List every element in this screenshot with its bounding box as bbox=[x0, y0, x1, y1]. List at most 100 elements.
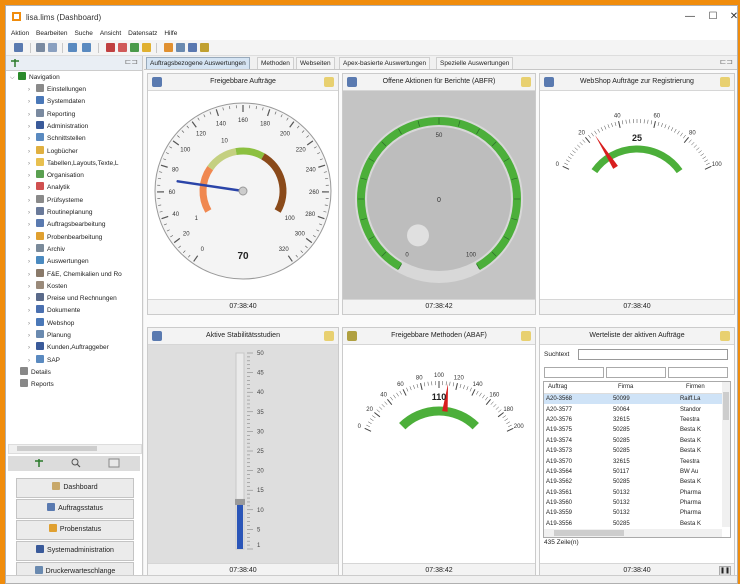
table-row[interactable]: A19-3575 50285 Besta K bbox=[544, 425, 724, 435]
table-horizontal-scrollbar[interactable] bbox=[544, 529, 722, 537]
window-icon[interactable] bbox=[82, 43, 91, 52]
table-row[interactable]: A19-3570 32615 Teestra bbox=[544, 456, 724, 466]
tree-item[interactable]: › Dokumente bbox=[28, 305, 80, 317]
chevron-right-icon[interactable]: › bbox=[28, 232, 36, 244]
tab-apex-basierte-auswertungen[interactable]: Apex-basierte Auswertungen bbox=[339, 57, 431, 69]
table-row[interactable]: A19-3556 50285 Besta K bbox=[544, 519, 724, 529]
print-icon[interactable] bbox=[36, 43, 45, 52]
tree-item[interactable]: › Archiv bbox=[28, 243, 65, 256]
table-row[interactable]: A20-3577 50064 Standor bbox=[544, 404, 724, 414]
tree-item[interactable]: › Schnittstellen bbox=[28, 133, 86, 145]
tree-item[interactable]: › Organisation bbox=[28, 170, 84, 182]
tree-item[interactable]: › Kunden,Auftraggeber bbox=[28, 342, 109, 354]
search-input[interactable] bbox=[578, 349, 728, 360]
systemadministration-button[interactable]: Systemadministration bbox=[16, 541, 134, 561]
chevron-right-icon[interactable]: › bbox=[28, 219, 36, 231]
tree-item[interactable]: › Probenbearbeitung bbox=[28, 231, 102, 244]
chevron-right-icon[interactable]: › bbox=[28, 269, 36, 281]
menu-bearbeiten[interactable]: Bearbeiten bbox=[36, 28, 67, 40]
chevron-right-icon[interactable]: › bbox=[28, 244, 36, 256]
chevron-right-icon[interactable]: › bbox=[28, 305, 36, 317]
search-view-icon[interactable] bbox=[71, 458, 81, 468]
tree-node-navigation[interactable]: ⌵ Navigation bbox=[10, 72, 60, 84]
filter-firmenname-input[interactable] bbox=[668, 367, 728, 378]
tree-item[interactable]: › Administration bbox=[28, 120, 88, 133]
table-row[interactable]: A19-3564 50117 BW Au bbox=[544, 467, 724, 477]
tree-item[interactable]: › Prüfsysteme bbox=[28, 194, 83, 207]
chevron-down-icon[interactable]: ⌵ bbox=[10, 72, 18, 84]
key-icon[interactable] bbox=[142, 43, 151, 52]
table-row[interactable]: A19-3560 50132 Pharma bbox=[544, 498, 724, 508]
table-icon[interactable] bbox=[118, 43, 127, 52]
chevron-right-icon[interactable]: › bbox=[28, 133, 36, 145]
chevron-right-icon[interactable]: › bbox=[28, 121, 36, 133]
filter-firma-input[interactable] bbox=[606, 367, 666, 378]
users-icon[interactable] bbox=[176, 43, 185, 52]
chevron-right-icon[interactable]: › bbox=[28, 195, 36, 207]
tab-methoden[interactable]: Methoden bbox=[257, 57, 294, 69]
dashboard-button[interactable]: Dashboard bbox=[16, 478, 134, 498]
tab-spezielle-auswertungen[interactable]: Spezielle Auswertungen bbox=[436, 57, 514, 69]
refresh-icon[interactable] bbox=[521, 331, 531, 341]
tree-item[interactable]: › Systemdaten bbox=[28, 96, 85, 108]
chevron-right-icon[interactable]: › bbox=[28, 109, 36, 121]
refresh-icon[interactable] bbox=[324, 331, 334, 341]
tree-item[interactable]: › Reporting bbox=[28, 108, 75, 121]
tabbar-collapse-icon[interactable]: ⊏⊐ bbox=[720, 57, 733, 66]
table-row[interactable]: A19-3574 50285 Besta K bbox=[544, 436, 724, 446]
reports-view-icon[interactable] bbox=[108, 458, 120, 468]
chevron-right-icon[interactable]: › bbox=[28, 182, 36, 194]
tree-item[interactable]: › Planung bbox=[28, 330, 71, 342]
chevron-right-icon[interactable]: › bbox=[28, 207, 36, 219]
refresh-icon[interactable] bbox=[324, 77, 334, 87]
wrench-icon[interactable] bbox=[164, 43, 173, 52]
menu-suche[interactable]: Suche bbox=[74, 28, 92, 40]
tree-item[interactable]: › Kosten bbox=[28, 280, 67, 293]
chevron-right-icon[interactable]: › bbox=[28, 318, 36, 330]
chevron-right-icon[interactable]: › bbox=[28, 330, 36, 342]
tree-item[interactable]: › F&E, Chemikalien und Ro bbox=[28, 268, 122, 281]
tree-item[interactable]: Reports bbox=[20, 379, 54, 391]
chevron-right-icon[interactable]: › bbox=[28, 96, 36, 108]
save-icon[interactable] bbox=[14, 43, 23, 52]
refresh-icon[interactable] bbox=[720, 77, 730, 87]
table-row[interactable]: A20-3568 50099 Raiff.La bbox=[544, 394, 724, 405]
tree-item[interactable]: › Analytik bbox=[28, 182, 70, 194]
probenstatus-button[interactable]: Probenstatus bbox=[16, 520, 134, 540]
collapse-icon[interactable]: ⊏⊐ bbox=[125, 57, 138, 66]
tree-view-icon[interactable] bbox=[34, 458, 44, 468]
tab-auftragsbezogene-auswertungen[interactable]: Auftragsbezogene Auswertungen bbox=[146, 57, 250, 69]
tree-item[interactable]: Details bbox=[20, 366, 51, 379]
chevron-right-icon[interactable]: › bbox=[28, 293, 36, 305]
auftragsstatus-button[interactable]: Auftragsstatus bbox=[16, 499, 134, 519]
close-button[interactable]: ✕ bbox=[724, 10, 737, 24]
tree-item[interactable]: › Einstellungen bbox=[28, 84, 86, 96]
menu-hilfe[interactable]: Hilfe bbox=[164, 28, 177, 40]
chevron-right-icon[interactable]: › bbox=[28, 355, 36, 367]
chevron-right-icon[interactable]: › bbox=[28, 256, 36, 268]
window-icon[interactable] bbox=[68, 43, 77, 52]
edit-icon[interactable] bbox=[130, 43, 139, 52]
table-row[interactable]: A19-3562 50285 Besta K bbox=[544, 477, 724, 487]
menu-ansicht[interactable]: Ansicht bbox=[100, 28, 121, 40]
chevron-right-icon[interactable]: › bbox=[28, 84, 36, 96]
tree-item[interactable]: › Preise und Rechnungen bbox=[28, 293, 117, 305]
table-row[interactable]: A19-3573 50285 Besta K bbox=[544, 446, 724, 456]
chevron-right-icon[interactable]: › bbox=[28, 146, 36, 158]
minimize-button[interactable]: — bbox=[680, 10, 700, 24]
menu-datensatz[interactable]: Datensatz bbox=[128, 28, 157, 40]
search-icon[interactable] bbox=[48, 43, 57, 52]
filter-auftrag-input[interactable] bbox=[544, 367, 604, 378]
gear-icon[interactable] bbox=[188, 43, 197, 52]
vertical-scrollbar[interactable] bbox=[722, 382, 730, 527]
table-row[interactable]: A19-3561 50132 Pharma bbox=[544, 488, 724, 498]
tree-item[interactable]: › SAP bbox=[28, 354, 60, 367]
chevron-right-icon[interactable]: › bbox=[28, 158, 36, 170]
book-icon[interactable] bbox=[200, 43, 209, 52]
chevron-right-icon[interactable]: › bbox=[28, 170, 36, 182]
tree-item[interactable]: › Routineplanung bbox=[28, 207, 93, 219]
refresh-icon[interactable] bbox=[521, 77, 531, 87]
horizontal-scrollbar[interactable] bbox=[8, 444, 142, 454]
column-header-auftrag[interactable]: Auftrag bbox=[548, 382, 567, 393]
chevron-right-icon[interactable]: › bbox=[28, 342, 36, 354]
